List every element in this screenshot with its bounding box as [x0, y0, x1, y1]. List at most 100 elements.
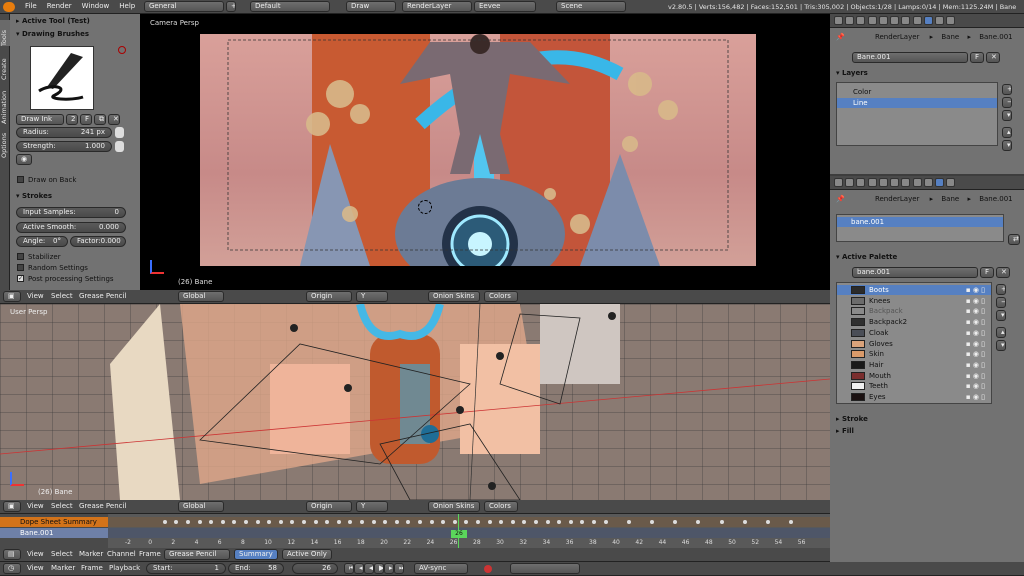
ds-menu-view[interactable]: View [22, 548, 49, 561]
visibility-lock-icons[interactable]: ▪ ◉ ▯ [966, 328, 985, 338]
keyframe-marker[interactable] [162, 520, 167, 524]
record-icon[interactable] [484, 565, 492, 573]
current-frame-badge[interactable]: 26 [451, 530, 467, 538]
play-reverse-icon[interactable]: ◀ [364, 563, 374, 574]
stabilizer-checkbox[interactable] [17, 253, 24, 260]
keyframe-marker[interactable] [336, 520, 341, 524]
editor-type-select-4[interactable]: ◷ [3, 563, 21, 574]
keyframe-marker[interactable] [580, 520, 585, 524]
keyframe-marker[interactable] [603, 520, 608, 524]
factor-field[interactable]: Factor: 0.000 [70, 236, 126, 247]
palette-add-button[interactable]: + [996, 284, 1006, 295]
visibility-lock-icons[interactable]: ▪ ◉ ▯ [966, 392, 985, 402]
visibility-lock-icons[interactable]: ▪ ◉ ▯ [966, 371, 985, 381]
keyframe-marker[interactable] [568, 520, 573, 524]
tl-menu-playback[interactable]: Playback [104, 562, 145, 575]
keyframe-marker[interactable] [383, 520, 388, 524]
keyframe-marker[interactable] [371, 520, 376, 524]
camera-viewport[interactable]: Camera Persp (26) Bane [140, 14, 830, 290]
random-settings-checkbox[interactable] [17, 264, 24, 271]
orientation-select[interactable]: Global [178, 291, 224, 302]
radius-slider[interactable]: Radius: 241 px [16, 127, 112, 138]
properties-tabs-bottom[interactable] [834, 178, 956, 187]
bc-renderlayer[interactable]: RenderLayer [875, 33, 919, 41]
current-frame-field[interactable]: 26 [292, 563, 338, 574]
strokes-header[interactable]: ▾ Strokes [12, 191, 52, 202]
gp-data-side-button[interactable]: ⇄ [1008, 234, 1020, 245]
keyframe-marker[interactable] [557, 520, 562, 524]
visibility-lock-icons[interactable]: ▪ ◉ ▯ [966, 360, 985, 370]
color-swatch[interactable] [851, 328, 865, 337]
brush-add-icon[interactable] [118, 46, 126, 54]
visibility-lock-icons[interactable]: ▪ ◉ ▯ [966, 381, 985, 391]
palette-close-button[interactable]: ✕ [996, 267, 1010, 278]
layer-up-button[interactable]: ▴ [1002, 127, 1012, 138]
keyframe-marker[interactable] [325, 520, 330, 524]
jump-start-icon[interactable]: ⏮ [344, 563, 354, 574]
keyframe-marker[interactable] [302, 520, 306, 524]
palette-color-row[interactable]: Hair ▪ ◉ ▯ [837, 360, 991, 370]
layer-menu-button[interactable]: ▾ [1002, 110, 1012, 121]
renderlayer-select[interactable]: RenderLayer [402, 1, 472, 12]
keyframe-marker[interactable] [290, 520, 295, 524]
keyframe-marker[interactable] [545, 520, 550, 524]
palette-color-row[interactable]: Gloves ▪ ◉ ▯ [837, 339, 991, 349]
menu-file[interactable]: File [20, 0, 42, 13]
ds-mode-select[interactable]: Grease Pencil [164, 549, 230, 560]
menu-grease-pencil[interactable]: Grease Pencil [74, 290, 131, 303]
keyframe-marker[interactable] [696, 520, 701, 524]
workspace-add-button[interactable]: + [226, 1, 236, 12]
keyframe-marker[interactable] [418, 520, 422, 524]
channel-object[interactable]: Bane.001 [0, 528, 108, 538]
keyframe-marker[interactable] [174, 520, 179, 524]
stroke-header[interactable]: ▸ Stroke [832, 414, 868, 425]
keyframe-marker[interactable] [406, 520, 411, 524]
palette-down-button[interactable]: ▾ [996, 340, 1006, 351]
keyframe-marker[interactable] [441, 520, 446, 524]
keyframe-marker[interactable] [429, 520, 434, 524]
color-swatch[interactable] [851, 393, 865, 401]
drawing-brushes-header[interactable]: ▾ Drawing Brushes [12, 29, 89, 40]
keyframe-marker[interactable] [209, 520, 214, 524]
editor-type-select-3[interactable]: ▤ [3, 549, 21, 560]
keyframe-marker[interactable] [394, 520, 399, 524]
keyframe-marker[interactable] [267, 520, 272, 524]
palette-color-row[interactable]: Backpack ▪ ◉ ▯ [837, 306, 991, 316]
keyframe-marker[interactable] [742, 520, 747, 524]
sync-select[interactable]: AV-sync [414, 563, 468, 574]
tl-menu-view[interactable]: View [22, 562, 49, 575]
prev-key-icon[interactable]: ◂ [354, 563, 364, 574]
radius-pressure-icon[interactable] [115, 127, 124, 138]
keyframe-marker[interactable] [220, 520, 225, 524]
bc2-renderlayer[interactable]: RenderLayer [875, 195, 919, 203]
palette-remove-button[interactable]: − [996, 297, 1006, 308]
layer-row-line[interactable]: Line [837, 98, 997, 108]
ds-summary-toggle[interactable]: Summary [234, 549, 278, 560]
color-swatch[interactable] [851, 382, 865, 391]
strength-pressure-icon[interactable] [115, 141, 124, 152]
pin-icon[interactable]: 📌 [836, 33, 845, 41]
layer-row-color[interactable]: Color [837, 87, 997, 97]
tab-tools[interactable]: Tools [0, 20, 10, 46]
start-frame-field[interactable]: Start: 1 [146, 563, 226, 574]
menu-select[interactable]: Select [46, 290, 78, 303]
gp-data-row[interactable]: bane.001 [837, 217, 1003, 227]
color-swatch[interactable] [851, 307, 865, 316]
palette-color-row[interactable]: Eyes ▪ ◉ ▯ [837, 392, 991, 402]
user-viewport[interactable]: User Persp (26) Bane [0, 304, 830, 500]
brush-copy-icon[interactable]: ⧉ [94, 114, 106, 125]
palette-color-row[interactable]: Cloak ▪ ◉ ▯ [837, 328, 991, 338]
keyframe-marker[interactable] [487, 520, 492, 524]
data-close-button[interactable]: ✕ [986, 52, 1000, 63]
color-swatch[interactable] [851, 339, 865, 348]
mode-select[interactable]: Draw [346, 1, 396, 12]
ds-active-only-toggle[interactable]: Active Only [282, 549, 332, 560]
post-processing-checkbox[interactable]: ✓ [17, 275, 24, 282]
ds-menu-frame[interactable]: Frame [134, 548, 166, 561]
orientation-select-2[interactable]: Global [178, 501, 224, 512]
channel-summary[interactable]: Dope Sheet Summary [0, 517, 108, 527]
blender-logo-icon[interactable] [3, 2, 15, 12]
ds-menu-select[interactable]: Select [46, 548, 78, 561]
active-tool-header[interactable]: ▸ Active Tool (Test) [12, 16, 90, 27]
pivot-select[interactable]: Origin [306, 291, 352, 302]
